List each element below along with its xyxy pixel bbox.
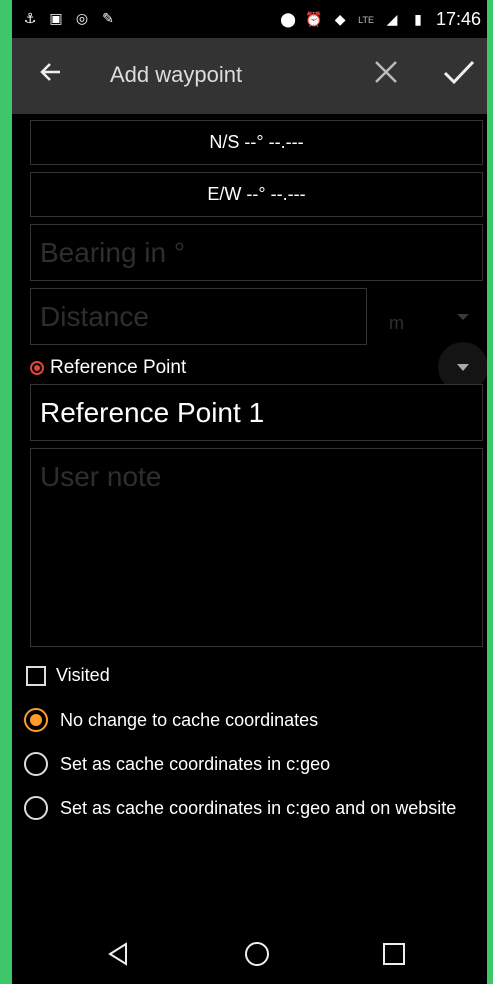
status-bar: ⚓ ▣ ◎ ✎ ⬤ ⏰ ◆ LTE ◢ ▮ 17:46 xyxy=(12,0,487,38)
radio-button[interactable] xyxy=(24,796,48,820)
distance-unit-select[interactable]: m xyxy=(389,313,404,334)
network-type: LTE xyxy=(358,14,374,25)
page-title: Add waypoint xyxy=(110,62,243,87)
notification-icons: ⚓ ▣ ◎ ✎ xyxy=(22,10,116,26)
app-bar: Add waypoint xyxy=(12,38,487,114)
radio-no-change[interactable]: No change to cache coordinates xyxy=(24,708,318,732)
user-note-placeholder: User note xyxy=(40,461,162,492)
radio-set-cgeo-website[interactable]: Set as cache coordinates in c:geo and on… xyxy=(24,796,456,820)
wifi-icon: ◆ xyxy=(334,11,346,27)
reference-point-label: Reference Point xyxy=(50,357,187,378)
broadcast-icon: ◎ xyxy=(75,9,89,26)
latitude-button[interactable]: N/S --° --.--- xyxy=(30,120,483,165)
visited-checkbox-row[interactable]: Visited xyxy=(26,665,110,686)
radio-button[interactable] xyxy=(24,752,48,776)
distance-input[interactable]: Distance xyxy=(30,288,367,345)
back-nav-icon[interactable] xyxy=(104,940,132,968)
distance-placeholder: Distance xyxy=(40,301,149,332)
home-nav-icon[interactable] xyxy=(243,940,271,968)
image-icon: ▣ xyxy=(49,9,63,26)
system-status: ⬤ ⏰ ◆ LTE ◢ ▮ 17:46 xyxy=(280,9,481,30)
unit-dropdown-icon[interactable] xyxy=(457,314,469,320)
reference-point-toggle[interactable]: Reference Point xyxy=(30,357,186,379)
radio-button[interactable] xyxy=(24,708,48,732)
radio-label: No change to cache coordinates xyxy=(60,709,319,730)
back-arrow-icon[interactable] xyxy=(36,58,64,86)
checkmark-icon[interactable] xyxy=(441,54,477,90)
navigation-bar xyxy=(12,922,487,984)
bearing-input[interactable]: Bearing in ° xyxy=(30,224,483,281)
broom-icon: ✎ xyxy=(102,9,114,26)
bearing-placeholder: Bearing in ° xyxy=(40,237,186,268)
alarm-icon: ⏰ xyxy=(305,11,323,27)
battery-icon: ▮ xyxy=(414,11,422,27)
dropdown-arrow-icon xyxy=(457,363,469,371)
radio-label: Set as cache coordinates in c:geo xyxy=(60,753,331,774)
recents-nav-icon[interactable] xyxy=(380,940,408,968)
visited-label: Visited xyxy=(56,665,110,685)
longitude-button[interactable]: E/W --° --.--- xyxy=(30,172,483,217)
ship-icon: ⚓ xyxy=(23,9,37,26)
radio-set-cgeo[interactable]: Set as cache coordinates in c:geo xyxy=(24,752,330,776)
reference-radio-icon xyxy=(30,361,44,375)
signal-icon: ◢ xyxy=(386,11,398,27)
clock: 17:46 xyxy=(435,9,481,29)
close-icon[interactable] xyxy=(370,56,402,88)
radio-label: Set as cache coordinates in c:geo and on… xyxy=(60,797,457,818)
visited-checkbox[interactable] xyxy=(26,665,46,686)
app-window: ⚓ ▣ ◎ ✎ ⬤ ⏰ ◆ LTE ◢ ▮ 17:46 Add waypoint… xyxy=(12,0,487,984)
location-icon: ⬤ xyxy=(280,11,296,27)
user-note-input[interactable]: User note xyxy=(30,448,483,647)
reference-point-value: Reference Point 1 xyxy=(40,397,265,428)
reference-point-input[interactable]: Reference Point 1 xyxy=(30,384,483,441)
